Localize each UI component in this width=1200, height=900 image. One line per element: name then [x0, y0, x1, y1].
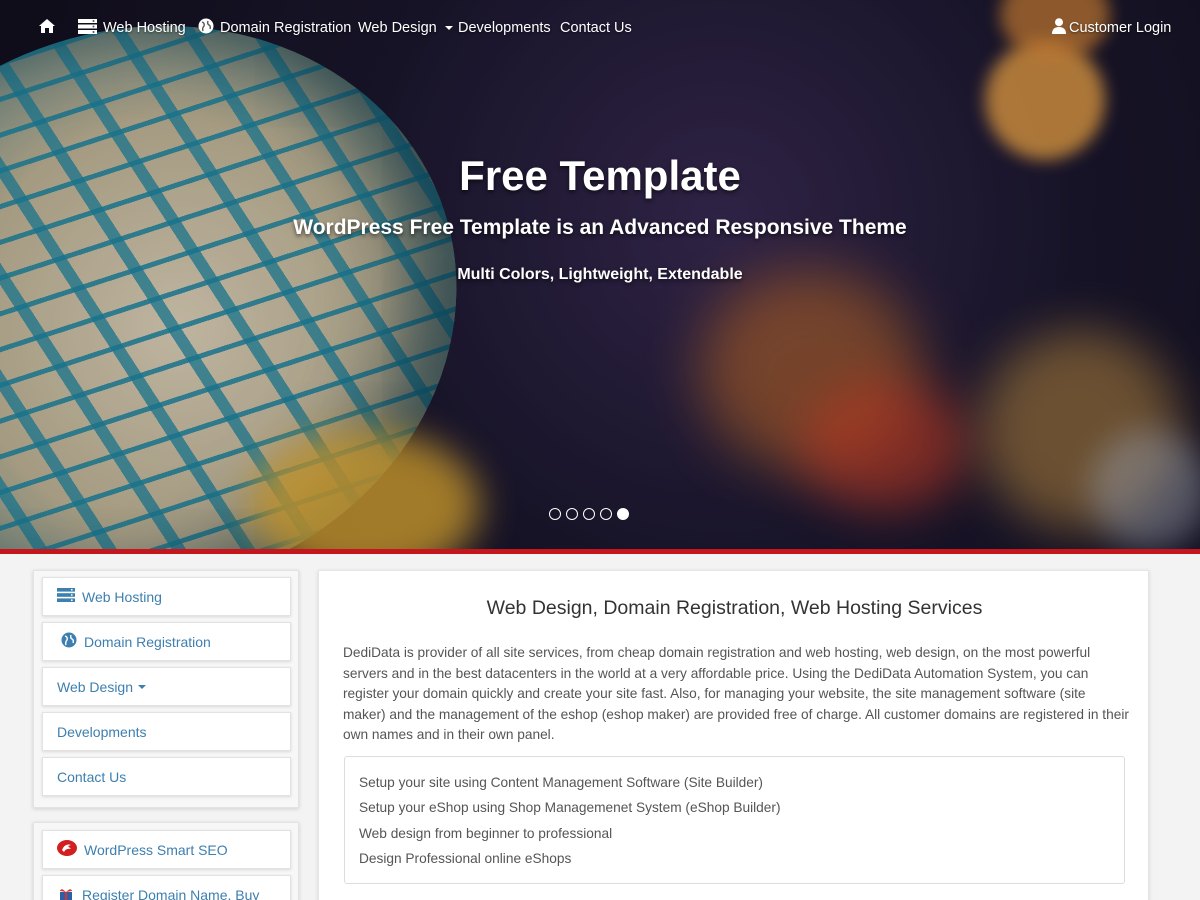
- sidebar-item-label: Web Hosting: [82, 588, 162, 605]
- sidebar-link-label: WordPress Smart SEO: [84, 841, 228, 858]
- slider-dot-1[interactable]: [549, 508, 561, 520]
- nav-developments[interactable]: Developments: [458, 18, 551, 38]
- sidebar-link-label: Register Domain Name, Buy: [82, 887, 260, 900]
- nav-label: Developments: [458, 20, 551, 36]
- nav-web-design[interactable]: Web Design: [358, 18, 453, 38]
- domain-gift-icon: [57, 887, 75, 900]
- nav-customer-login[interactable]: Customer Login: [1052, 18, 1171, 38]
- nav-contact-us[interactable]: Contact Us: [560, 18, 632, 38]
- hero-title: Free Template: [459, 152, 741, 199]
- accent-divider: [0, 549, 1200, 554]
- sidebar-link-wordpress-smart-seo[interactable]: WordPress Smart SEO: [42, 830, 291, 869]
- nav-home[interactable]: [38, 18, 56, 38]
- page-title: Web Design, Domain Registration, Web Hos…: [486, 597, 983, 619]
- sidebar-links-panel: WordPress Smart SEO Register Domain Name…: [33, 822, 299, 900]
- sidebar-item-web-design[interactable]: Web Design: [42, 667, 291, 706]
- sidebar-menu-panel: Web Hosting Domain Registration Web Desi…: [33, 570, 299, 808]
- nav-domain-registration[interactable]: Domain Registration: [198, 18, 351, 38]
- list-item: Setup your eShop using Shop Managemenet …: [359, 800, 781, 816]
- top-navbar: Web Hosting Domain Registration Web Desi…: [0, 0, 1200, 54]
- list-item: Web design from beginner to professional: [359, 825, 613, 841]
- slider-dot-5[interactable]: [617, 508, 629, 520]
- sidebar-item-domain-registration[interactable]: Domain Registration: [42, 622, 291, 661]
- seo-badge-icon: [57, 840, 77, 859]
- sidebar-item-web-hosting[interactable]: Web Hosting: [42, 577, 291, 616]
- sidebar-item-contact-us[interactable]: Contact Us: [42, 757, 291, 796]
- sidebar-item-label: Domain Registration: [84, 633, 211, 650]
- sidebar-item-label: Web Design: [57, 678, 134, 695]
- home-icon: [38, 18, 56, 38]
- sidebar-link-register-domain[interactable]: Register Domain Name, Buy: [42, 875, 291, 900]
- caret-down-icon: [444, 26, 453, 30]
- slider-dot-2[interactable]: [566, 508, 578, 520]
- list-item: Design Professional online eShops: [359, 851, 572, 867]
- nav-label: Web Hosting: [103, 20, 186, 36]
- nav-label: Web Design: [358, 20, 437, 36]
- server-icon: [78, 18, 97, 38]
- nav-label: Contact Us: [560, 20, 632, 36]
- globe-icon: [61, 632, 77, 651]
- feature-list: Setup your site using Content Management…: [344, 756, 1125, 884]
- intro-paragraph: DediData is provider of all site service…: [343, 645, 1129, 743]
- list-item: Setup your site using Content Management…: [359, 775, 763, 790]
- sidebar-item-developments[interactable]: Developments: [42, 712, 291, 751]
- nav-label: Domain Registration: [220, 20, 352, 36]
- hero-subtitle: WordPress Free Template is an Advanced R…: [293, 216, 907, 239]
- nav-web-hosting[interactable]: Web Hosting: [78, 18, 186, 38]
- slider-dot-3[interactable]: [583, 508, 595, 520]
- nav-label: Customer Login: [1069, 20, 1172, 36]
- caret-down-icon: [138, 684, 147, 689]
- user-icon: [1052, 18, 1066, 38]
- slider-dot-4[interactable]: [600, 508, 612, 520]
- globe-icon: [198, 18, 214, 38]
- hero-slider: Free Template WordPress Free Template is…: [0, 0, 1200, 550]
- main-content-card: Web Design, Domain Registration, Web Hos…: [318, 570, 1149, 900]
- server-icon: [57, 588, 75, 605]
- sidebar-item-label: Contact Us: [57, 768, 127, 785]
- sidebar-item-label: Developments: [57, 723, 147, 740]
- hero-tagline: Multi Colors, Lightweight, Extendable: [457, 266, 743, 283]
- slider-dots: [549, 508, 629, 520]
